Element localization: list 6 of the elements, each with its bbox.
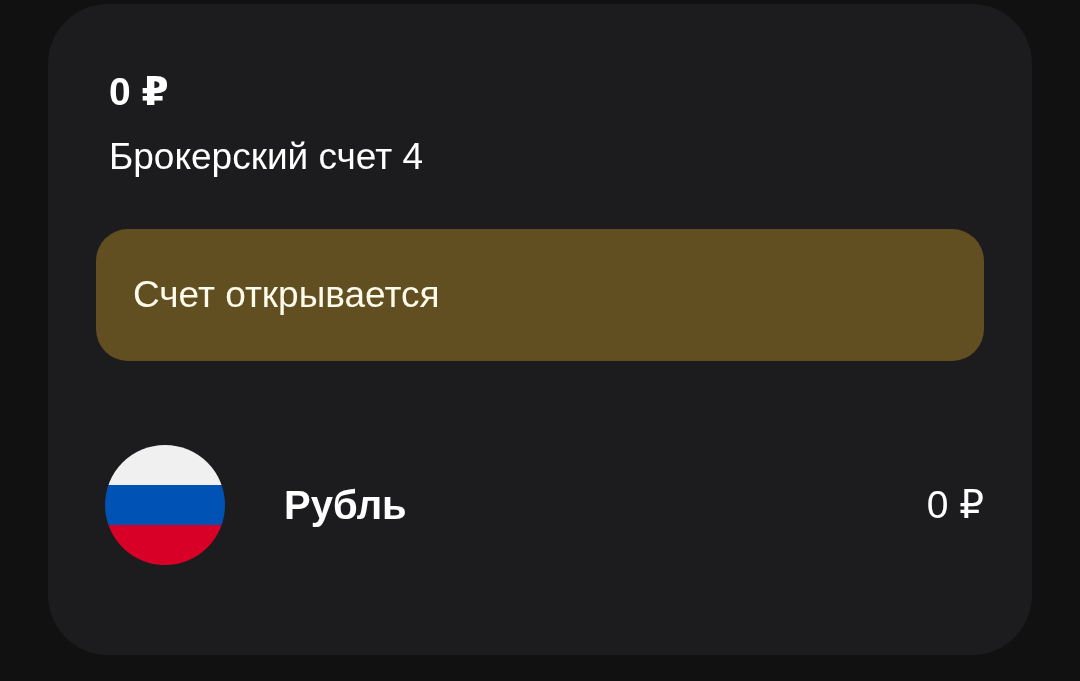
account-name: Брокерский счет 4	[109, 135, 423, 179]
account-balance: 0 ₽	[109, 69, 169, 115]
flag-icon	[105, 445, 225, 565]
currency-amount: 0 ₽	[926, 482, 984, 528]
status-text: Счет открывается	[133, 273, 440, 317]
currency-name: Рубль	[284, 482, 407, 529]
